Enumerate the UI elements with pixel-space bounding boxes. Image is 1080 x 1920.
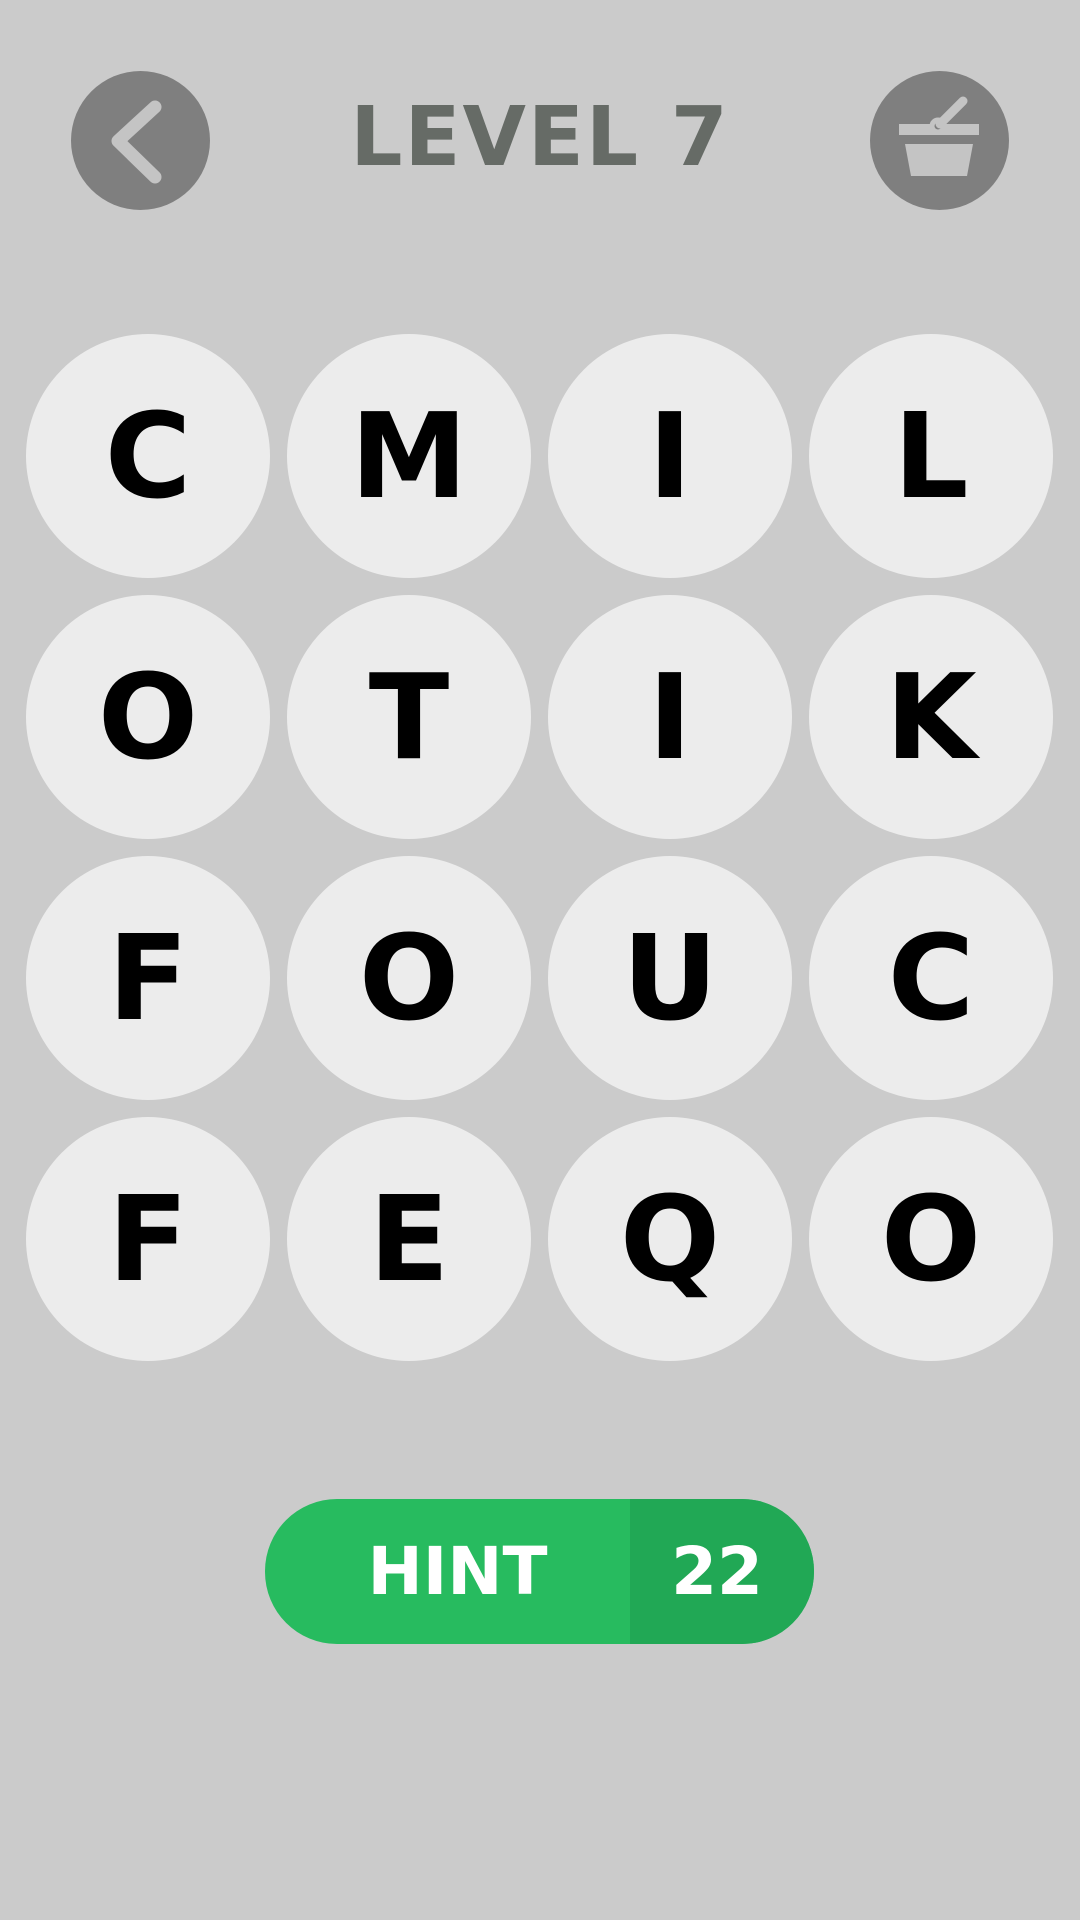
hint-button[interactable]: HINT 22 xyxy=(265,1499,814,1644)
letter-grid: CMILOTIKFOUCFEQO xyxy=(26,334,1054,1362)
shop-basket-icon xyxy=(899,96,979,176)
tile-letter: F xyxy=(107,1170,189,1308)
letter-tile[interactable]: K xyxy=(809,595,1053,839)
tile-letter: O xyxy=(358,909,460,1047)
letter-tile[interactable]: M xyxy=(287,334,531,578)
tile-letter: M xyxy=(350,387,468,525)
tile-letter: U xyxy=(622,909,718,1047)
shop-button[interactable] xyxy=(870,71,1009,210)
letter-tile[interactable]: O xyxy=(26,595,270,839)
tile-letter: E xyxy=(368,1170,450,1308)
hint-count: 22 xyxy=(671,1533,763,1610)
letter-tile[interactable]: F xyxy=(26,856,270,1100)
tile-letter: F xyxy=(107,909,189,1047)
letter-tile[interactable]: O xyxy=(287,856,531,1100)
letter-tile[interactable]: U xyxy=(548,856,792,1100)
tile-letter: C xyxy=(104,387,192,525)
letter-tile[interactable]: C xyxy=(26,334,270,578)
hint-label: HINT xyxy=(367,1533,548,1610)
tile-letter: I xyxy=(648,387,692,525)
tile-letter: L xyxy=(893,387,969,525)
letter-tile[interactable]: Q xyxy=(548,1117,792,1361)
letter-tile[interactable]: I xyxy=(548,334,792,578)
tile-letter: Q xyxy=(619,1170,721,1308)
tile-letter: I xyxy=(648,648,692,786)
letter-tile[interactable]: F xyxy=(26,1117,270,1361)
letter-tile[interactable]: T xyxy=(287,595,531,839)
tile-letter: K xyxy=(885,648,977,786)
letter-tile[interactable]: O xyxy=(809,1117,1053,1361)
game-screen: LEVEL 7 CMILOTIKFOUCFEQO HINT 22 xyxy=(0,0,1080,1920)
back-button[interactable] xyxy=(71,71,210,210)
letter-tile[interactable]: I xyxy=(548,595,792,839)
tile-letter: C xyxy=(887,909,975,1047)
chevron-left-icon xyxy=(111,100,162,184)
tile-letter: T xyxy=(368,648,450,786)
tile-letter: O xyxy=(97,648,199,786)
level-title: LEVEL 7 xyxy=(350,90,730,185)
letter-tile[interactable]: C xyxy=(809,856,1053,1100)
hint-count-badge: 22 xyxy=(630,1499,814,1644)
letter-tile[interactable]: E xyxy=(287,1117,531,1361)
tile-letter: O xyxy=(880,1170,982,1308)
letter-tile[interactable]: L xyxy=(809,334,1053,578)
